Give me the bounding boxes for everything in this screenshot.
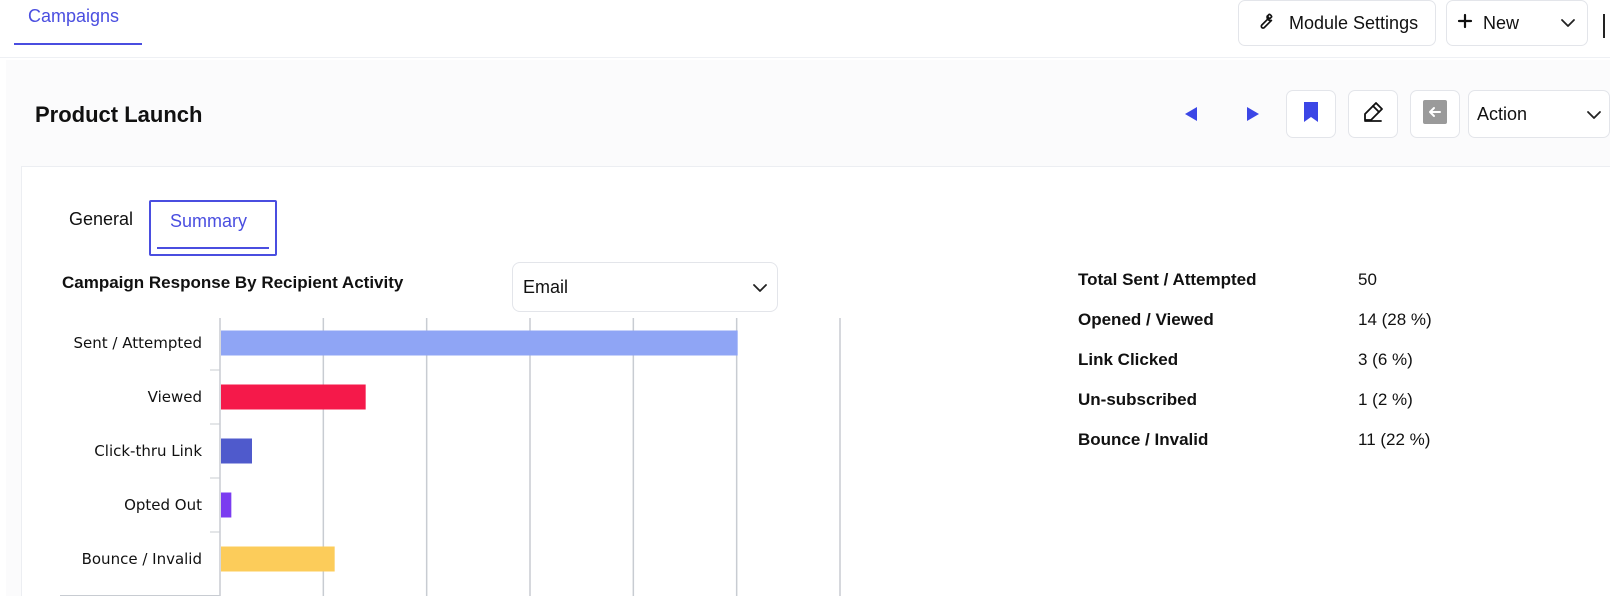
stat-value: 3 (6 %)	[1358, 350, 1413, 369]
stat-row: Link Clicked 3 (6 %)	[1078, 350, 1578, 380]
tab-general[interactable]: General	[69, 209, 133, 230]
tab-campaigns-label: Campaigns	[28, 6, 120, 26]
divider	[1603, 14, 1605, 38]
category-label: Click-thru Link	[94, 442, 202, 460]
stat-row: Total Sent / Attempted 50	[1078, 270, 1578, 300]
stat-value: 11 (22 %)	[1358, 430, 1431, 449]
triangle-left-icon	[1184, 106, 1198, 127]
stat-label: Link Clicked	[1078, 350, 1179, 369]
plus-icon	[1457, 13, 1473, 34]
previous-record-button[interactable]	[1180, 104, 1202, 128]
new-label: New	[1483, 12, 1520, 33]
wrench-icon	[1255, 11, 1275, 36]
eraser-icon	[1361, 100, 1385, 129]
bookmark-button[interactable]	[1286, 90, 1336, 138]
module-settings-button[interactable]: Module Settings	[1238, 0, 1436, 46]
category-label: Opted Out	[124, 496, 202, 514]
response-chart: Sent / Attempted Viewed Click-thru Link Opt…	[60, 315, 880, 596]
channel-select-value: Email	[523, 276, 569, 297]
stat-value: 14 (28 %)	[1358, 310, 1432, 329]
action-label: Action	[1477, 103, 1528, 124]
tab-general-label: General	[69, 209, 134, 229]
top-bar: Campaigns Module Settings New	[0, 0, 1610, 58]
tab-campaigns[interactable]: Campaigns	[14, 0, 142, 45]
next-record-button[interactable]	[1242, 104, 1264, 128]
triangle-right-icon	[1246, 106, 1260, 127]
stat-label: Bounce / Invalid	[1078, 430, 1209, 449]
page-title: Product Launch	[35, 102, 203, 127]
category-label: Sent / Attempted	[74, 334, 202, 352]
arrow-left-box-icon	[1422, 99, 1448, 130]
bookmark-icon	[1303, 101, 1319, 128]
stat-row: Opened / Viewed 14 (28 %)	[1078, 310, 1578, 340]
chart-bar	[221, 330, 738, 356]
chevron-down-icon	[1585, 106, 1603, 129]
tab-summary-label: Summary	[170, 211, 248, 231]
chart-bar	[221, 546, 335, 572]
new-button[interactable]: New	[1446, 0, 1588, 46]
chart-bar	[221, 384, 366, 410]
action-dropdown[interactable]: Action	[1468, 90, 1610, 138]
chevron-down-icon	[751, 279, 769, 302]
stat-label: Un-subscribed	[1078, 390, 1198, 409]
tab-summary[interactable]: Summary	[149, 200, 277, 256]
chart-bar	[221, 492, 232, 518]
stat-row: Un-subscribed 1 (2 %)	[1078, 390, 1578, 420]
stat-value: 50	[1358, 270, 1377, 289]
back-button[interactable]	[1410, 90, 1460, 138]
stat-row: Bounce / Invalid 11 (22 %)	[1078, 430, 1578, 460]
module-settings-label: Module Settings	[1289, 12, 1419, 33]
edit-button[interactable]	[1348, 90, 1398, 138]
stat-value: 1 (2 %)	[1358, 390, 1413, 409]
category-label: Viewed	[148, 388, 202, 406]
stat-label: Opened / Viewed	[1078, 310, 1214, 329]
chevron-down-icon[interactable]	[1559, 14, 1577, 37]
active-tab-indicator	[157, 247, 269, 249]
chart-bar	[221, 438, 252, 464]
chart-heading: Campaign Response By Recipient Activity	[62, 273, 404, 292]
channel-select[interactable]: Email	[512, 262, 778, 312]
bar-chart: Sent / Attempted Viewed Click-thru Link Opt…	[60, 315, 841, 596]
stat-label: Total Sent / Attempted	[1078, 270, 1257, 289]
category-label: Bounce / Invalid	[82, 550, 202, 568]
